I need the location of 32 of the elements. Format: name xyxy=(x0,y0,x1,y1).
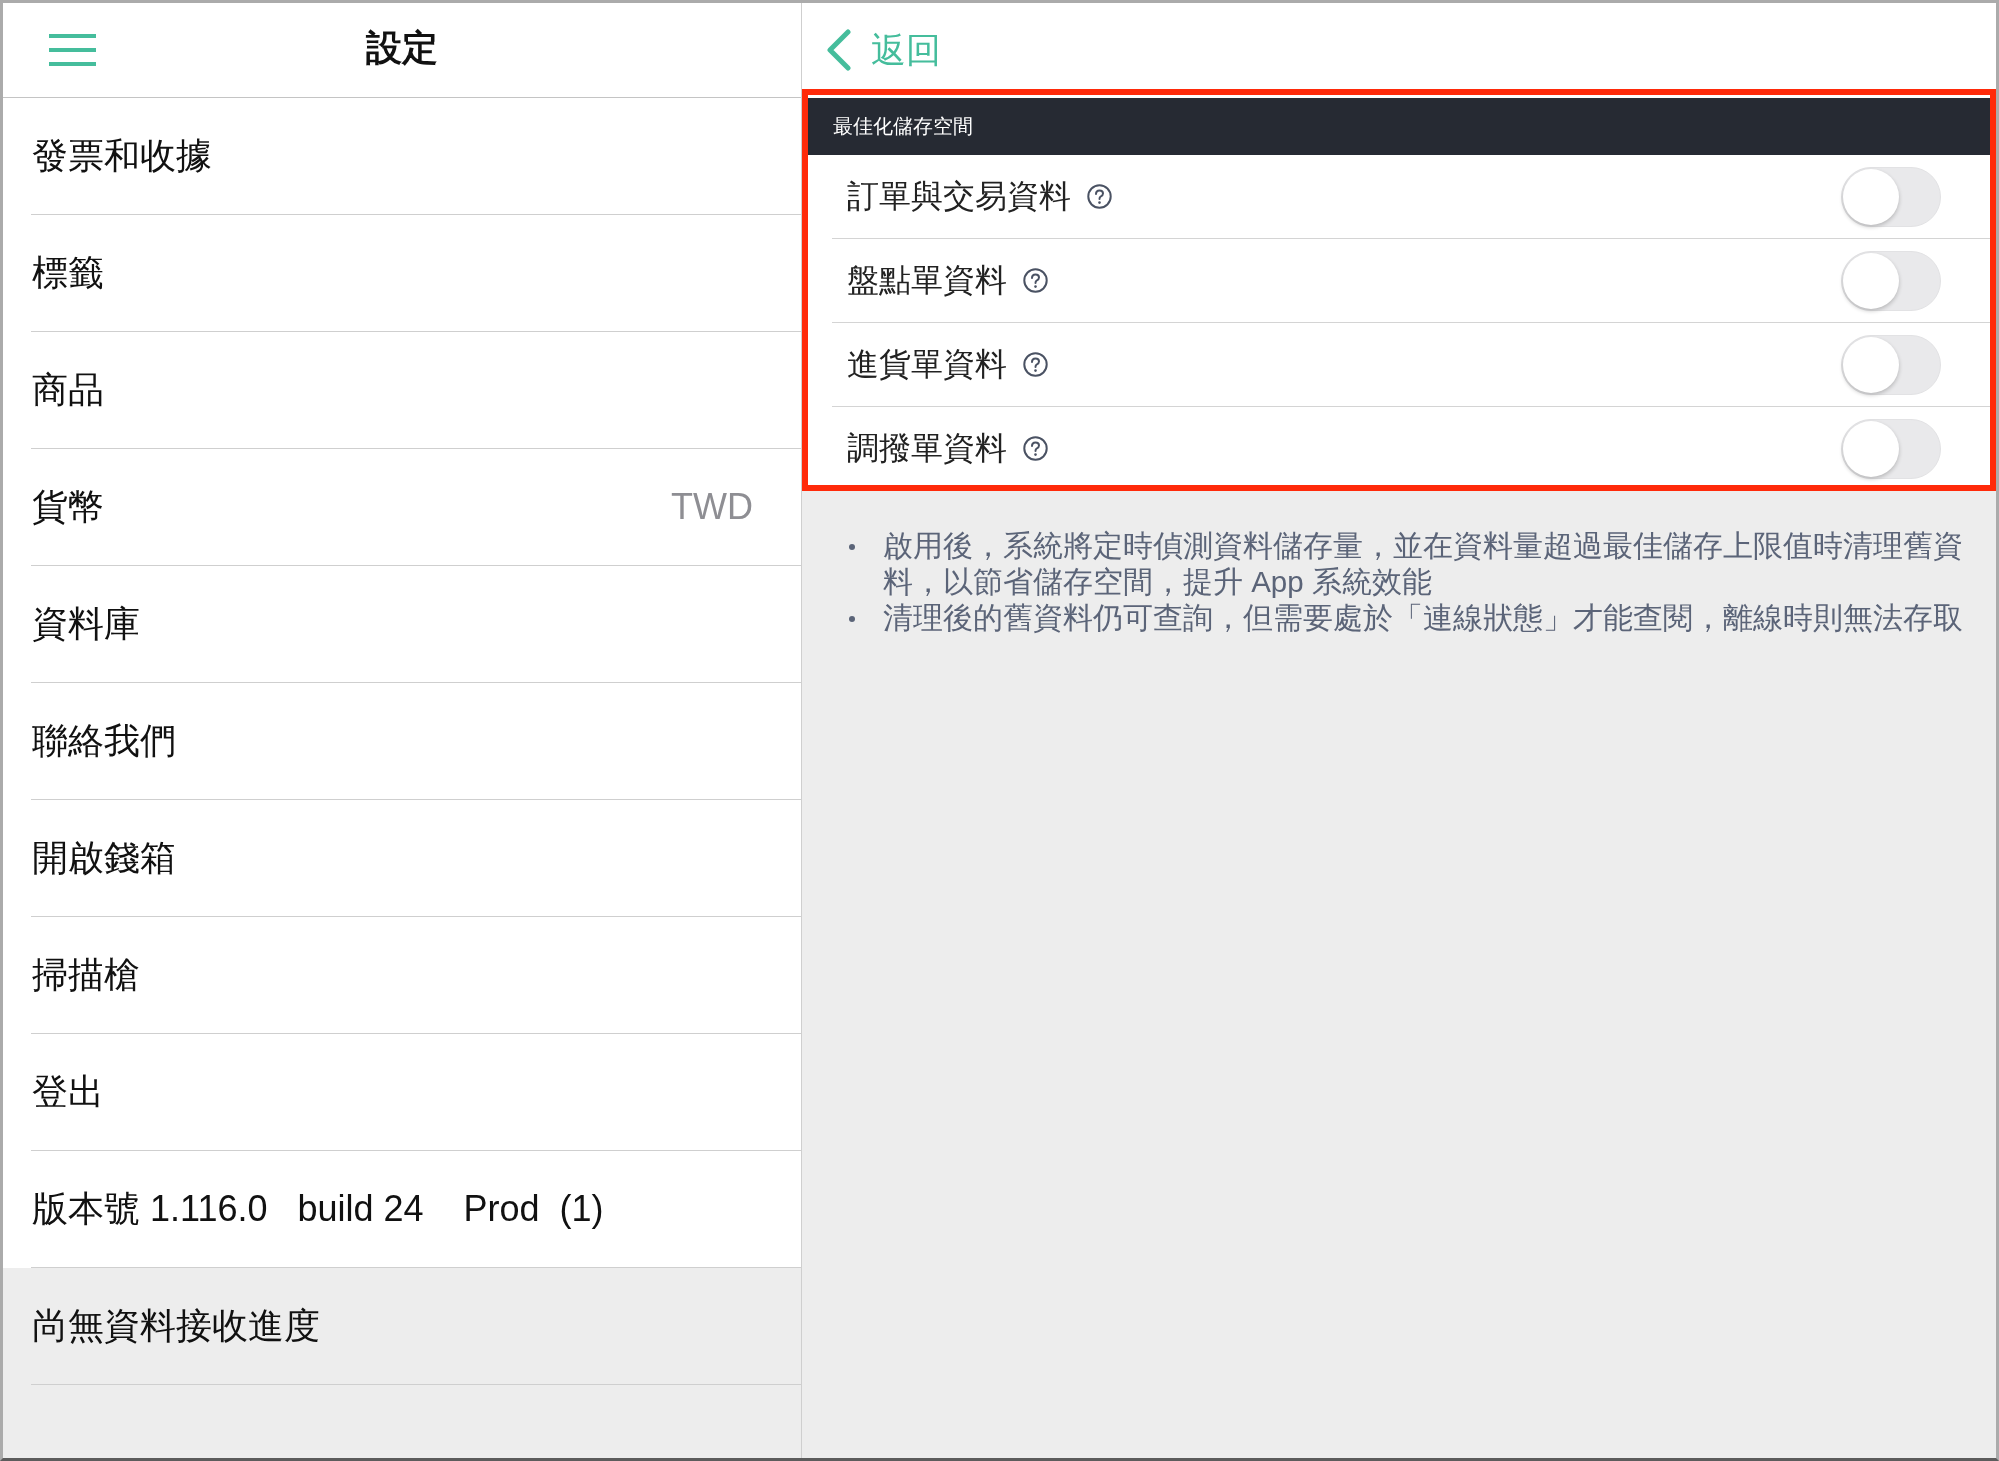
help-icon[interactable] xyxy=(1087,184,1112,209)
note-text: 清理後的舊資料仍可查詢，但需要處於「連線狀態」才能查閱，離線時則無法存取 xyxy=(883,600,1964,636)
toggle-switch[interactable] xyxy=(1841,418,1941,479)
settings-item[interactable]: 標籤 xyxy=(3,215,801,332)
sync-status-text: 尚無資料接收進度 xyxy=(32,1303,320,1348)
bullet-icon xyxy=(848,543,856,551)
section-header: 最佳化儲存空間 xyxy=(808,98,1990,155)
settings-item[interactable]: 版本號 1.116.0 build 24 Prod (1) xyxy=(3,1151,801,1268)
option-label: 盤點單資料 xyxy=(847,260,1007,300)
settings-item[interactable]: 登出 xyxy=(3,1034,801,1151)
bullet-icon xyxy=(848,615,856,623)
settings-item[interactable]: 商品 xyxy=(3,332,801,449)
help-icon[interactable] xyxy=(1023,436,1048,461)
settings-item[interactable]: 資料庫 xyxy=(3,566,801,683)
help-icon[interactable] xyxy=(1023,352,1048,377)
page-title: 設定 xyxy=(366,25,438,70)
chevron-left-icon xyxy=(826,29,852,71)
note-text: 啟用後，系統將定時偵測資料儲存量，並在資料量超過最佳儲存上限值時清理舊資料，以節省儲存空間，提升 App 系統效能 xyxy=(883,528,1964,600)
menu-icon[interactable] xyxy=(49,34,96,66)
option-label: 進貨單資料 xyxy=(847,344,1007,384)
option-label: 調撥單資料 xyxy=(847,428,1007,468)
settings-item[interactable]: 聯絡我們 xyxy=(3,683,801,800)
toggle-switch[interactable] xyxy=(1841,166,1941,227)
settings-item[interactable]: 貨幣 TWD xyxy=(3,449,801,566)
settings-item[interactable]: 掃描槍 xyxy=(3,917,801,1034)
settings-item[interactable]: 開啟錢箱 xyxy=(3,800,801,917)
option-label: 訂單與交易資料 xyxy=(847,176,1071,216)
settings-item[interactable]: 發票和收據 xyxy=(3,98,801,215)
toggle-switch[interactable] xyxy=(1841,250,1941,311)
setting-value: TWD xyxy=(671,486,753,528)
help-icon[interactable] xyxy=(1023,268,1048,293)
toggle-switch[interactable] xyxy=(1841,334,1941,395)
